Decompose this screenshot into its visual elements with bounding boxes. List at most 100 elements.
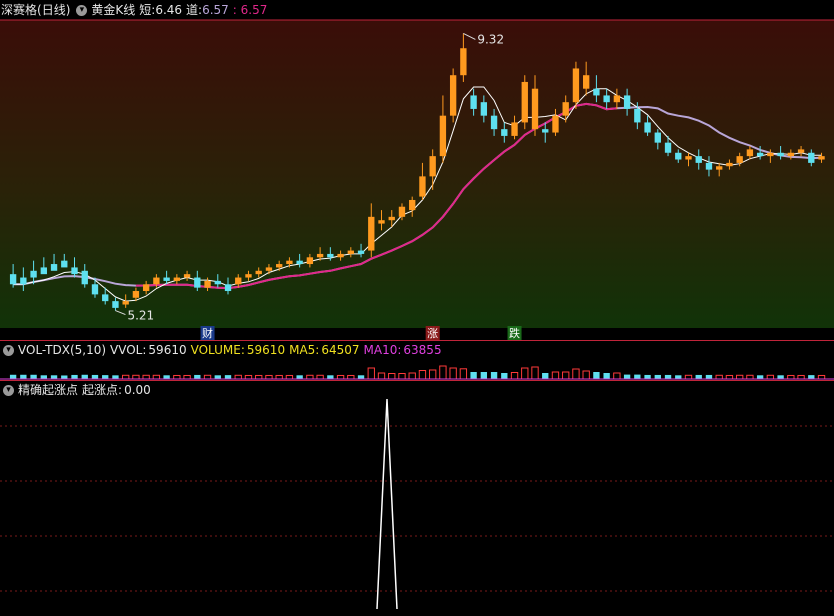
candle-body — [30, 270, 37, 278]
volume-bar — [306, 374, 314, 380]
volume-bar — [142, 374, 150, 380]
volume-bar — [695, 374, 702, 379]
candle-body — [572, 68, 580, 103]
candle-body — [255, 270, 262, 275]
volume-bar — [81, 374, 88, 379]
main-header: 深赛格(日线) ▾ 黄金K线 短:6.46 道:6.57: 6.57 — [0, 0, 271, 20]
volume-bar — [203, 374, 212, 380]
volume-bar — [71, 374, 78, 379]
candle-body — [664, 142, 672, 153]
candle-body — [163, 277, 170, 281]
volume-bar — [664, 374, 672, 379]
volume-panel[interactable]: ▾ VOL-TDX(5,10) VVOL: 59610 VOLUME: 59610 MA5:… — [0, 340, 834, 380]
candle-body — [347, 250, 354, 254]
candle-body — [675, 152, 682, 160]
candle-body — [296, 260, 303, 265]
indicator-field-value: 0.00 — [124, 383, 151, 397]
candle-body — [388, 216, 395, 221]
candle-body — [306, 257, 314, 265]
volume-bar — [808, 375, 815, 379]
volume-bar — [367, 367, 375, 380]
candle-body — [562, 102, 569, 116]
candle-body — [582, 75, 590, 89]
volume-value: 59610 — [246, 343, 286, 357]
candle-body — [102, 294, 109, 302]
volume-bar — [214, 375, 221, 379]
chevron-down-icon[interactable]: ▾ — [3, 344, 14, 356]
volume-bar — [510, 372, 519, 380]
volume-bar — [173, 374, 181, 380]
candle-body — [183, 274, 191, 278]
candle-body — [173, 277, 181, 281]
volume-bar — [377, 372, 386, 380]
indicator-chart[interactable] — [0, 380, 834, 616]
volume-bar — [551, 371, 560, 380]
candle-body — [286, 260, 293, 265]
event-marker: 财 — [202, 326, 213, 340]
candle-body — [245, 274, 252, 278]
candle-body — [357, 250, 365, 254]
candle-body — [593, 88, 600, 96]
volume-bar — [234, 374, 242, 380]
candle-body — [327, 253, 334, 258]
indicator-panel[interactable]: ▾ 精确起涨点 起涨点: 0.00 — [0, 380, 834, 616]
volume-bar — [675, 375, 682, 379]
short-value: 6.46 — [155, 3, 183, 17]
event-marker: 跌 — [509, 326, 520, 340]
volume-bar — [715, 374, 723, 380]
volume-bar — [20, 374, 27, 379]
candle-body — [429, 156, 436, 177]
candle — [449, 68, 457, 123]
volume-bar — [531, 366, 539, 380]
candle-body — [644, 122, 651, 133]
candle-body — [613, 95, 621, 103]
candle-body — [419, 176, 426, 197]
volume-bar — [265, 374, 273, 380]
candle-body — [368, 216, 375, 251]
chevron-down-icon[interactable]: ▾ — [3, 384, 14, 396]
candle-body — [756, 152, 764, 157]
candle-body — [61, 260, 68, 268]
candle-body — [194, 277, 201, 288]
candle-body — [480, 102, 488, 116]
indicator-field-label: 起涨点: — [82, 383, 123, 397]
volume-bar — [327, 375, 334, 379]
volume-bar — [501, 373, 508, 379]
volume-bar — [132, 374, 140, 380]
candle — [521, 75, 528, 130]
chevron-down-icon[interactable]: ▾ — [76, 4, 88, 16]
candle-body — [50, 264, 58, 271]
candle-body — [542, 129, 549, 133]
stock-name: 深赛格 — [1, 3, 38, 17]
candle-body — [337, 253, 344, 258]
candle-body — [797, 149, 805, 153]
volume-bar — [30, 374, 37, 379]
volume-bar — [316, 374, 324, 380]
volume-bar — [50, 375, 58, 379]
candle-body — [460, 48, 467, 76]
main-chart-panel[interactable]: 9.32 5.21 财 涨 跌 深赛格(日线) ▾ 黄金K线 短:6.46 道:6.57: 6.… — [0, 0, 834, 340]
volume-bar — [817, 374, 826, 380]
period-label: (日线) — [37, 3, 71, 17]
volume-header: ▾ VOL-TDX(5,10) VVOL: 59610 VOLUME: 59610 MA5:… — [0, 340, 446, 360]
candle-body — [9, 274, 17, 285]
candle-body — [634, 108, 641, 123]
volume-bar — [603, 373, 610, 379]
volume-bar — [777, 375, 784, 379]
candle-body — [736, 156, 743, 163]
volume-indicator-name[interactable]: VOL-TDX(5,10) — [18, 343, 106, 357]
indicator-header: ▾ 精确起涨点 起涨点: 0.00 — [0, 380, 155, 400]
volume-bar — [102, 375, 109, 379]
volume-bar — [163, 375, 170, 379]
indicator-title[interactable]: 精确起涨点 — [18, 383, 78, 397]
volume-bar — [572, 368, 580, 380]
volume-bar — [408, 372, 416, 380]
volume-bar — [9, 374, 17, 379]
volume-bar — [746, 374, 754, 380]
candlestick-chart[interactable]: 9.32 5.21 财 涨 跌 — [0, 0, 834, 340]
candle-body — [439, 115, 447, 157]
ma5-value: 64507 — [321, 343, 360, 357]
candle-body — [716, 166, 723, 170]
candle-body — [603, 95, 610, 103]
indicator-name[interactable]: 黄金K线 — [91, 3, 135, 17]
